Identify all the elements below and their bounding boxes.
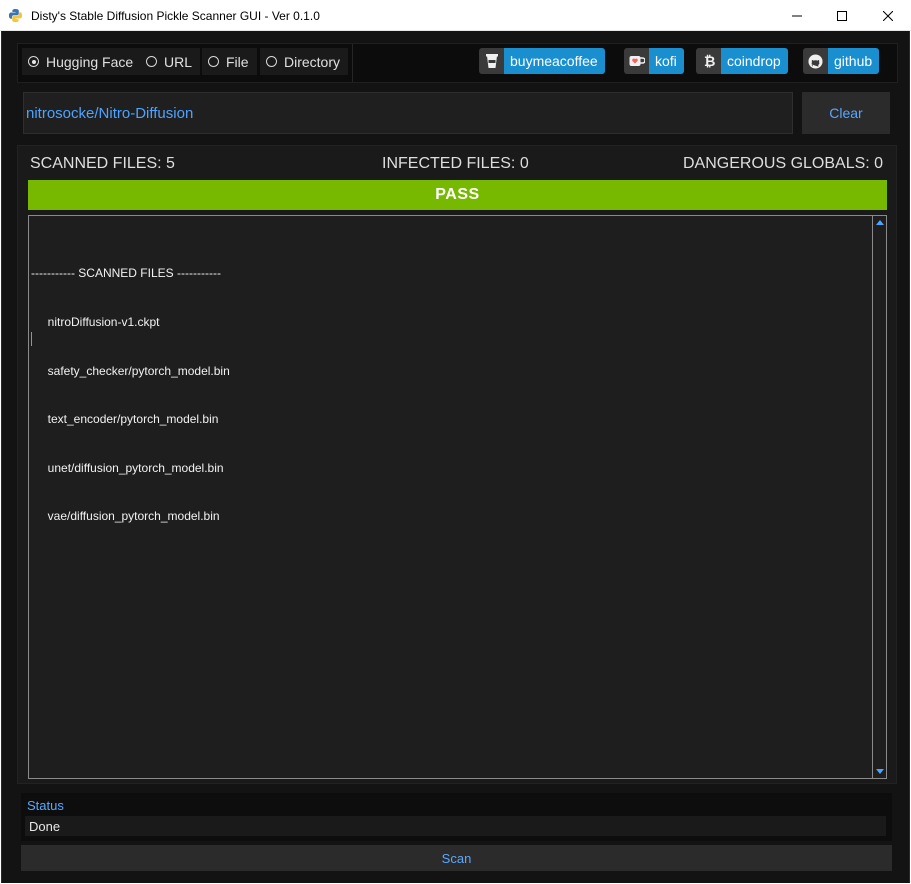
text-caret xyxy=(31,332,32,346)
coindrop-button[interactable]: ₿ coindrop xyxy=(696,48,788,74)
buymeacoffee-button[interactable]: buymeacoffee xyxy=(479,48,605,74)
dangerous-globals-stat: DANGEROUS GLOBALS: 0 xyxy=(683,155,883,173)
log-scrollbar[interactable] xyxy=(872,216,886,778)
dangerous-globals-label: DANGEROUS GLOBALS: xyxy=(683,155,870,172)
scanned-files-value: 5 xyxy=(166,155,175,172)
minimize-button[interactable] xyxy=(774,0,820,31)
window-title: Disty's Stable Diffusion Pickle Scanner … xyxy=(31,9,320,23)
result-status-bar: PASS xyxy=(28,180,887,210)
dangerous-globals-value: 0 xyxy=(874,155,884,172)
repo-input[interactable]: nitrosocke/Nitro-Diffusion xyxy=(23,92,793,134)
scanned-files-label: SCANNED FILES: xyxy=(30,155,162,172)
radio-label: Directory xyxy=(284,53,341,70)
close-icon xyxy=(883,10,893,21)
github-icon xyxy=(803,48,828,74)
radio-unselected-icon xyxy=(208,56,219,67)
radio-label: URL xyxy=(164,53,193,70)
radio-file[interactable]: File xyxy=(202,48,257,75)
toolbar-divider xyxy=(352,44,353,82)
link-label: coindrop xyxy=(721,48,788,74)
infected-files-label: INFECTED FILES: xyxy=(382,155,516,172)
kofi-button[interactable]: kofi xyxy=(624,48,684,74)
github-button[interactable]: github xyxy=(803,48,880,74)
link-label: github xyxy=(828,48,880,74)
log-line: vae/diffusion_pytorch_model.bin xyxy=(31,509,220,524)
link-label: buymeacoffee xyxy=(504,48,605,74)
infected-files-stat: INFECTED FILES: 0 xyxy=(382,155,529,173)
scroll-down-arrow-icon[interactable] xyxy=(876,769,884,774)
log-line: ----------- SCANNED FILES ----------- xyxy=(31,266,221,281)
bitcoin-icon: ₿ xyxy=(696,48,721,74)
radio-selected-icon xyxy=(28,56,39,67)
svg-text:₿: ₿ xyxy=(704,54,715,69)
app-window: Hugging Face URL File Directory buymeaco… xyxy=(1,31,910,883)
scanned-files-stat: SCANNED FILES: 5 xyxy=(30,155,175,173)
status-title: Status xyxy=(27,798,64,813)
link-label: kofi xyxy=(649,48,684,74)
clear-button[interactable]: Clear xyxy=(802,92,890,134)
radio-label: Hugging Face xyxy=(46,53,134,70)
scroll-up-arrow-icon[interactable] xyxy=(876,220,884,225)
log-line: safety_checker/pytorch_model.bin xyxy=(31,363,230,378)
scan-log-lines: ----------- SCANNED FILES ----------- ni… xyxy=(31,233,230,557)
radio-hugging-face[interactable]: Hugging Face xyxy=(22,48,142,75)
radio-label: File xyxy=(226,53,249,70)
log-line: unet/diffusion_pytorch_model.bin xyxy=(31,460,224,475)
source-toolbar: Hugging Face URL File Directory buymeaco… xyxy=(17,43,898,83)
scan-button[interactable]: Scan xyxy=(21,845,892,871)
kofi-cup-icon xyxy=(624,48,649,74)
status-box: Status Done xyxy=(21,793,892,841)
maximize-icon xyxy=(837,10,847,21)
radio-unselected-icon xyxy=(266,56,277,67)
log-line: nitroDiffusion-v1.ckpt xyxy=(31,315,160,330)
python-app-icon xyxy=(8,8,23,23)
results-panel: SCANNED FILES: 5 INFECTED FILES: 0 DANGE… xyxy=(17,145,897,784)
maximize-button[interactable] xyxy=(819,0,865,31)
close-button[interactable] xyxy=(865,0,911,31)
minimize-icon xyxy=(792,15,802,16)
title-bar: Disty's Stable Diffusion Pickle Scanner … xyxy=(0,0,911,31)
scan-log-textarea[interactable]: ----------- SCANNED FILES ----------- ni… xyxy=(28,215,887,779)
log-line: text_encoder/pytorch_model.bin xyxy=(31,412,219,427)
radio-url[interactable]: URL xyxy=(140,48,201,75)
infected-files-value: 0 xyxy=(519,155,529,172)
coffee-cup-icon xyxy=(479,48,504,74)
status-value: Done xyxy=(25,816,886,836)
radio-directory[interactable]: Directory xyxy=(260,48,349,75)
radio-unselected-icon xyxy=(146,56,157,67)
